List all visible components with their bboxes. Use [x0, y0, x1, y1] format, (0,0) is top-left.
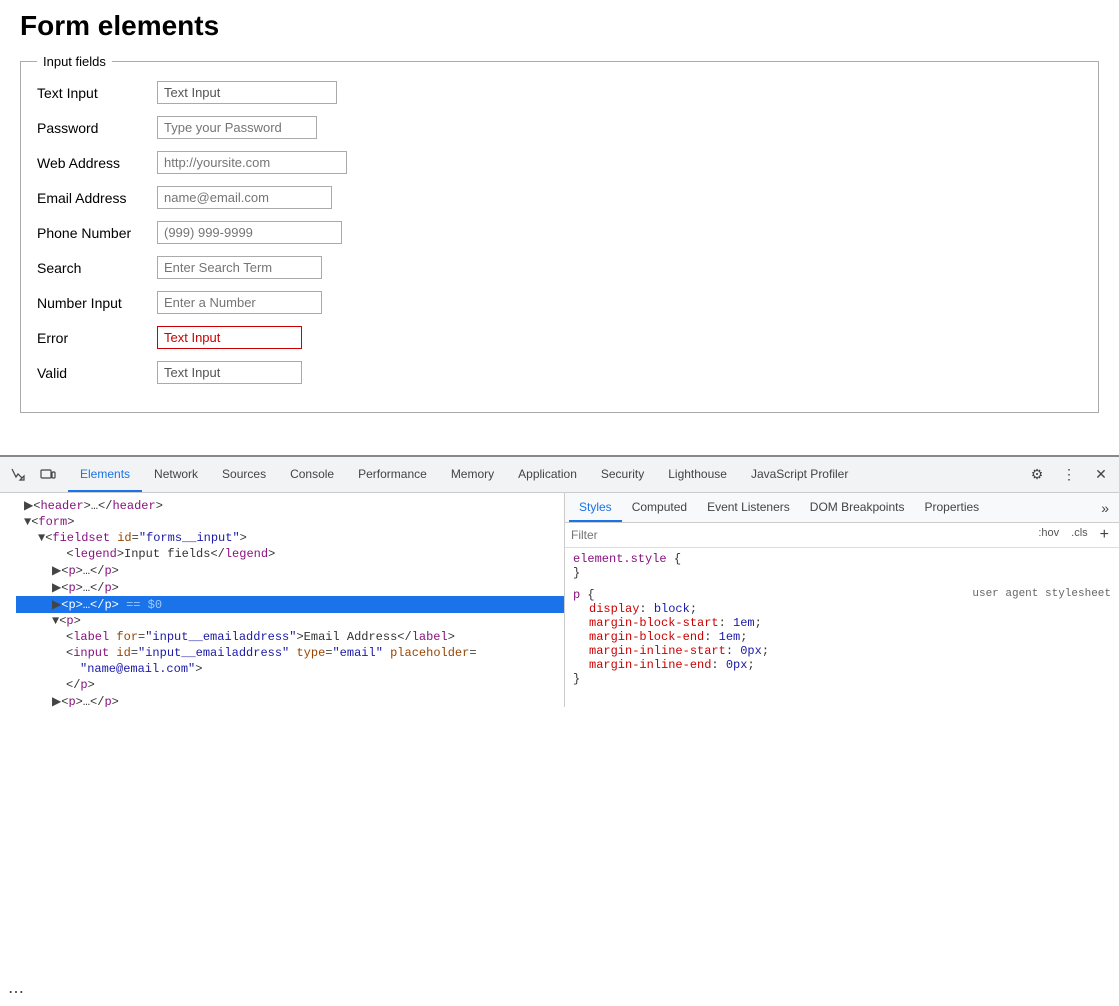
elements-line[interactable]: <input id="input__emailaddress" type="em… — [16, 645, 564, 661]
form-row: Email Address — [37, 186, 1082, 209]
close-devtools-icon[interactable]: ✕ — [1087, 461, 1115, 489]
hov-button[interactable]: :hov — [1034, 526, 1063, 544]
form-input[interactable] — [157, 81, 337, 104]
elements-lines-container: ▶<header>…</header>▼<form>▼<fieldset id=… — [0, 497, 564, 707]
form-label: Number Input — [37, 295, 157, 311]
page-content: Form elements Input fields Text Input Pas… — [0, 0, 1119, 455]
form-label: Password — [37, 120, 157, 136]
form-input[interactable] — [157, 291, 322, 314]
css-rule: element.style {} — [573, 552, 1111, 580]
styles-filter-right: :hov .cls + — [1034, 526, 1113, 544]
elements-line[interactable]: "name@email.com"> — [16, 661, 564, 677]
elements-line[interactable]: ▼<p> — [16, 613, 564, 629]
form-label: Web Address — [37, 155, 157, 171]
inspect-icon[interactable] — [4, 461, 32, 489]
page-title: Form elements — [20, 10, 1099, 42]
more-options-icon[interactable]: ⋮ — [1055, 461, 1083, 489]
styles-subtab-dom-breakpoints[interactable]: DOM Breakpoints — [800, 493, 915, 522]
devtools-panel: ElementsNetworkSourcesConsolePerformance… — [0, 455, 1119, 707]
styles-subtab-properties[interactable]: Properties — [914, 493, 989, 522]
elements-line[interactable]: ▶<p>…</p> — [16, 579, 564, 596]
devtools-toolbar-right: ⚙ ⋮ ✕ — [1023, 461, 1115, 489]
form-label: Phone Number — [37, 225, 157, 241]
css-rule: p {user agent stylesheetdisplay: block;m… — [573, 588, 1111, 686]
elements-line[interactable]: <legend>Input fields</legend> — [16, 546, 564, 562]
elements-line[interactable]: ▶<p>…</p> — [16, 693, 564, 707]
form-row: Phone Number — [37, 221, 1082, 244]
styles-subtab-styles[interactable]: Styles — [569, 493, 622, 522]
form-input[interactable] — [157, 151, 347, 174]
form-label: Text Input — [37, 85, 157, 101]
styles-filter-bar: :hov .cls + — [565, 523, 1119, 548]
form-label: Email Address — [37, 190, 157, 206]
devtools-tab-sources[interactable]: Sources — [210, 457, 278, 492]
styles-panel: StylesComputedEvent ListenersDOM Breakpo… — [565, 493, 1119, 707]
form-input[interactable] — [157, 256, 322, 279]
form-rows-container: Text Input Password Web Address Email Addre… — [37, 81, 1082, 384]
elements-panel: ⋯ ▶<header>…</header>▼<form>▼<fieldset i… — [0, 493, 565, 707]
devtools-tab-elements[interactable]: Elements — [68, 457, 142, 492]
add-style-button[interactable]: + — [1096, 526, 1113, 544]
devtools-tab-performance[interactable]: Performance — [346, 457, 439, 492]
form-row: Text Input — [37, 81, 1082, 104]
devtools-tabs: ElementsNetworkSourcesConsolePerformance… — [68, 457, 1023, 492]
form-row: Valid — [37, 361, 1082, 384]
form-label: Error — [37, 330, 157, 346]
form-row: Web Address — [37, 151, 1082, 174]
devtools-body: ⋯ ▶<header>…</header>▼<form>▼<fieldset i… — [0, 493, 1119, 707]
form-label: Valid — [37, 365, 157, 381]
styles-subtab-computed[interactable]: Computed — [622, 493, 697, 522]
form-input[interactable] — [157, 361, 302, 384]
styles-filter-input[interactable] — [571, 528, 1030, 542]
settings-icon[interactable]: ⚙ — [1023, 461, 1051, 489]
elements-line[interactable]: <label for="input__emailaddress">Email A… — [16, 629, 564, 645]
devtools-tab-application[interactable]: Application — [506, 457, 589, 492]
devtools-tab-security[interactable]: Security — [589, 457, 656, 492]
elements-line[interactable]: ▼<fieldset id="forms__input"> — [16, 530, 564, 546]
elements-line[interactable]: </p> — [16, 677, 564, 693]
elements-line[interactable]: ▶<p>…</p> == $0 — [16, 596, 564, 613]
form-label: Search — [37, 260, 157, 276]
form-input[interactable] — [157, 326, 302, 349]
devtools-tab-console[interactable]: Console — [278, 457, 346, 492]
form-row: Search — [37, 256, 1082, 279]
styles-subtab-overflow[interactable]: » — [1095, 500, 1115, 516]
device-toggle-icon[interactable] — [34, 461, 62, 489]
form-row: Password — [37, 116, 1082, 139]
form-input[interactable] — [157, 186, 332, 209]
styles-subtabs: StylesComputedEvent ListenersDOM Breakpo… — [565, 493, 1119, 523]
elements-line[interactable]: ▶<header>…</header> — [16, 497, 564, 514]
input-fields-fieldset: Input fields Text Input Password Web Addre… — [20, 54, 1099, 413]
fieldset-legend: Input fields — [37, 54, 112, 69]
styles-subtab-event-listeners[interactable]: Event Listeners — [697, 493, 800, 522]
elements-line[interactable]: ▶<p>…</p> — [16, 562, 564, 579]
form-input[interactable] — [157, 116, 317, 139]
cls-button[interactable]: .cls — [1067, 526, 1092, 544]
devtools-tab-lighthouse[interactable]: Lighthouse — [656, 457, 739, 492]
form-input[interactable] — [157, 221, 342, 244]
styles-content: element.style {} p {user agent stylesheet… — [565, 548, 1119, 707]
devtools-toolbar: ElementsNetworkSourcesConsolePerformance… — [0, 457, 1119, 493]
devtools-tab-javascript-profiler[interactable]: JavaScript Profiler — [739, 457, 860, 492]
devtools-tab-network[interactable]: Network — [142, 457, 210, 492]
form-row: Error — [37, 326, 1082, 349]
elements-line[interactable]: ▼<form> — [16, 514, 564, 530]
devtools-tab-memory[interactable]: Memory — [439, 457, 506, 492]
devtools-left-icons — [4, 461, 62, 489]
form-row: Number Input — [37, 291, 1082, 314]
